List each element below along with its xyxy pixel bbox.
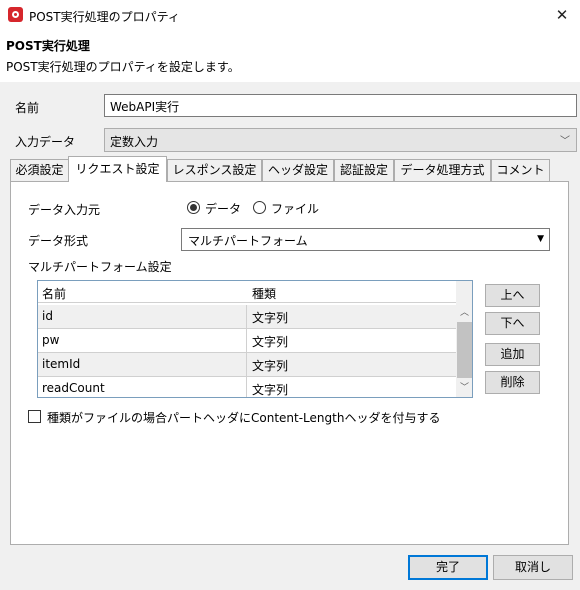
- multipart-table[interactable]: 名前 種類 id 文字列 pw 文字列 itemId 文字列 readCount…: [37, 280, 473, 398]
- move-down-button[interactable]: 下へ: [485, 312, 540, 335]
- radio-data-label: データ: [205, 202, 242, 216]
- multipart-settings-label: マルチパートフォーム設定: [28, 260, 172, 274]
- scroll-down-icon[interactable]: ﹀: [456, 380, 472, 397]
- tab-response[interactable]: レスポンス設定: [167, 159, 262, 181]
- ok-button[interactable]: 完了: [408, 555, 488, 580]
- window-title: POST実行処理のプロパティ: [29, 10, 180, 24]
- cell-divider: [246, 305, 247, 329]
- radio-file-label: ファイル: [271, 202, 320, 216]
- cell-name: itemId: [42, 357, 81, 371]
- data-format-label: データ形式: [28, 234, 89, 248]
- table-header: 名前 種類: [38, 281, 456, 303]
- radio-data[interactable]: [187, 201, 200, 214]
- move-up-button[interactable]: 上へ: [485, 284, 540, 307]
- page-description: POST実行処理のプロパティを設定します。: [6, 60, 240, 74]
- cell-type: 文字列: [252, 311, 289, 325]
- close-icon[interactable]: ✕: [551, 4, 573, 26]
- tab-data-processing[interactable]: データ処理方式: [394, 159, 491, 181]
- cell-name: pw: [42, 333, 60, 347]
- content-length-label: 種類がファイルの場合パートヘッダにContent-Lengthヘッダを付与する: [47, 411, 441, 425]
- app-icon: [8, 7, 23, 22]
- data-format-value: マルチパートフォーム: [188, 234, 308, 248]
- input-data-value: 定数入力: [110, 135, 159, 149]
- cell-name: id: [42, 309, 53, 323]
- dropdown-arrow-icon: ▼: [537, 234, 544, 244]
- name-label: 名前: [15, 101, 40, 115]
- cell-type: 文字列: [252, 335, 289, 349]
- table-scrollbar[interactable]: ︿ ﹀: [456, 281, 472, 397]
- cell-type: 文字列: [252, 359, 289, 373]
- cell-type: 文字列: [252, 383, 289, 397]
- cell-divider: [246, 329, 247, 353]
- add-button[interactable]: 追加: [485, 343, 540, 366]
- column-header-type[interactable]: 種類: [252, 285, 276, 302]
- chevron-down-icon: ﹀: [560, 136, 570, 147]
- cancel-button[interactable]: 取消し: [493, 555, 573, 580]
- tab-auth[interactable]: 認証設定: [334, 159, 394, 181]
- column-header-name[interactable]: 名前: [42, 285, 66, 302]
- tab-header[interactable]: ヘッダ設定: [262, 159, 334, 181]
- table-row[interactable]: pw 文字列: [38, 329, 456, 353]
- cell-name: readCount: [42, 381, 105, 395]
- scroll-thumb[interactable]: [457, 322, 472, 378]
- delete-button[interactable]: 削除: [485, 371, 540, 394]
- table-row[interactable]: readCount 文字列: [38, 377, 456, 397]
- content-length-checkbox[interactable]: [28, 410, 41, 423]
- input-data-select[interactable]: 定数入力 ﹀: [104, 128, 577, 152]
- cell-divider: [246, 377, 247, 397]
- tab-request[interactable]: リクエスト設定: [68, 156, 167, 182]
- data-source-label: データ入力元: [28, 203, 101, 217]
- page-title: POST実行処理: [6, 39, 90, 53]
- tab-required[interactable]: 必須設定: [10, 159, 69, 181]
- table-row[interactable]: itemId 文字列: [38, 353, 456, 377]
- data-format-select[interactable]: マルチパートフォーム ▼: [181, 228, 550, 251]
- scroll-up-icon[interactable]: ︿: [456, 305, 472, 322]
- tab-comment[interactable]: コメント: [491, 159, 550, 181]
- name-input[interactable]: WebAPI実行: [104, 94, 577, 117]
- input-data-label: 入力データ: [15, 135, 76, 149]
- cell-divider: [246, 353, 247, 377]
- table-row[interactable]: id 文字列: [38, 305, 456, 329]
- radio-file[interactable]: [253, 201, 266, 214]
